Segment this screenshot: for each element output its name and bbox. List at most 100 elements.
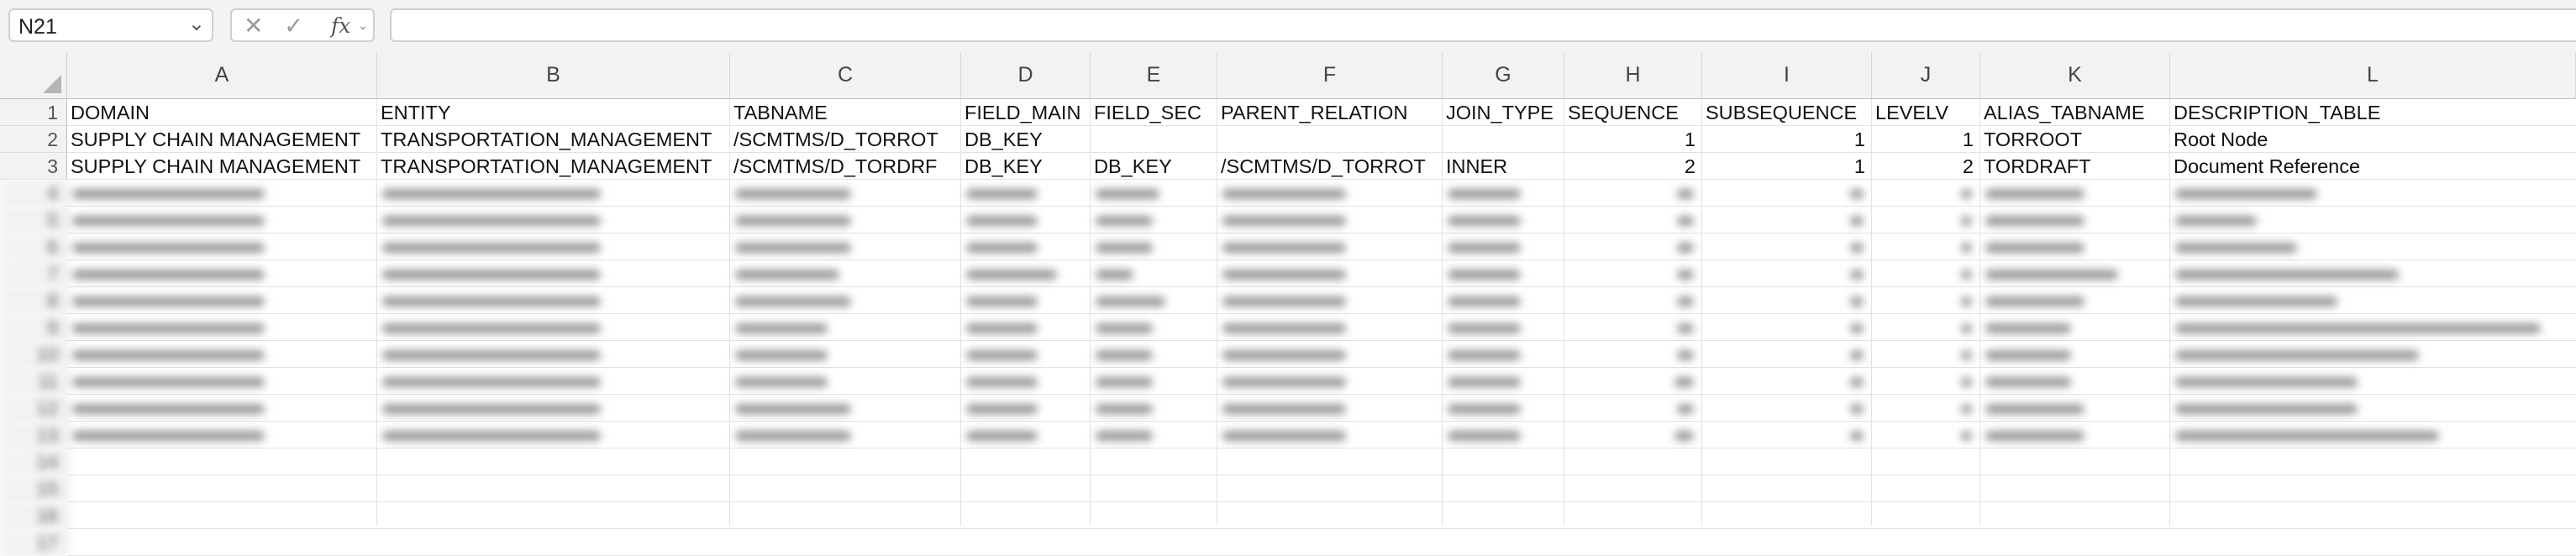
blurred-cell bbox=[1677, 243, 1694, 253]
cell-k3[interactable]: TORDRAFT bbox=[1980, 153, 2170, 180]
row-header[interactable]: 1 bbox=[0, 99, 67, 126]
blurred-cell bbox=[2175, 189, 2318, 199]
cell-a2[interactable]: SUPPLY CHAIN MANAGEMENT bbox=[67, 126, 377, 153]
blurred-cell bbox=[1985, 323, 2071, 333]
blurred-cell bbox=[966, 270, 1057, 280]
cell-j2[interactable]: 1 bbox=[1872, 126, 1980, 153]
row-header[interactable]: 6 bbox=[0, 233, 67, 260]
blurred-cell bbox=[1096, 350, 1153, 360]
cell-c2[interactable]: /SCMTMS/D_TORROT bbox=[730, 126, 961, 153]
cell-e2[interactable] bbox=[1091, 126, 1217, 153]
cell-b2[interactable]: TRANSPORTATION_MANAGEMENT bbox=[377, 126, 730, 153]
row-header[interactable]: 3 bbox=[0, 153, 67, 180]
cell-j3[interactable]: 2 bbox=[1872, 153, 1980, 180]
chevron-down-icon[interactable]: ⌄ bbox=[188, 12, 205, 36]
cell-b1[interactable]: ENTITY bbox=[377, 99, 730, 126]
cell-d2[interactable]: DB_KEY bbox=[961, 126, 1091, 153]
blurred-cell bbox=[1985, 404, 2084, 414]
blurred-cell bbox=[382, 350, 602, 360]
cell-a1[interactable]: DOMAIN bbox=[67, 99, 377, 126]
row-header[interactable]: 13 bbox=[0, 422, 67, 448]
column-header-i[interactable]: I bbox=[1702, 52, 1872, 99]
cell-a3[interactable]: SUPPLY CHAIN MANAGEMENT bbox=[67, 153, 377, 180]
blurred-cell bbox=[2175, 377, 2358, 387]
blurred-cell bbox=[1849, 431, 1864, 441]
cell-l1[interactable]: DESCRIPTION_TABLE bbox=[2170, 99, 2576, 126]
row-header[interactable]: 11 bbox=[0, 368, 67, 395]
cell-c1[interactable]: TABNAME bbox=[730, 99, 961, 126]
check-icon[interactable]: ✓ bbox=[284, 12, 303, 39]
column-header-h[interactable]: H bbox=[1564, 52, 1702, 99]
blurred-cell bbox=[1849, 243, 1864, 253]
column-header-a[interactable]: A bbox=[67, 52, 377, 99]
column-header-k[interactable]: K bbox=[1980, 52, 2170, 99]
cell-j1[interactable]: LEVELV bbox=[1872, 99, 1980, 126]
column-header-d[interactable]: D bbox=[961, 52, 1091, 99]
row-header[interactable]: 8 bbox=[0, 287, 67, 314]
blurred-cell bbox=[1448, 296, 1521, 307]
blurred-cell bbox=[1677, 296, 1694, 307]
cell-d1[interactable]: FIELD_MAIN bbox=[961, 99, 1091, 126]
chevron-down-icon[interactable]: ⌄ bbox=[358, 18, 368, 33]
cell-f3[interactable]: /SCMTMS/D_TORROT bbox=[1217, 153, 1443, 180]
cell-h2[interactable]: 1 bbox=[1564, 126, 1702, 153]
cell-i3[interactable]: 1 bbox=[1702, 153, 1872, 180]
cell-e3[interactable]: DB_KEY bbox=[1091, 153, 1217, 180]
blurred-cell bbox=[735, 404, 851, 414]
spreadsheet-grid: A B C D E F G H I J K L 1 2 3 4 5 6 7 8 9 10 11 12 13 14 15 16 17 DOM… bbox=[0, 52, 2576, 556]
blurred-cell bbox=[966, 377, 1038, 387]
blurred-cell bbox=[966, 350, 1038, 360]
column-header-g[interactable]: G bbox=[1443, 52, 1564, 99]
cell-i2[interactable]: 1 bbox=[1702, 126, 1872, 153]
cell-g2[interactable] bbox=[1443, 126, 1564, 153]
column-header-l[interactable]: L bbox=[2170, 52, 2576, 99]
cell-h1[interactable]: SEQUENCE bbox=[1564, 99, 1702, 126]
cell-b3[interactable]: TRANSPORTATION_MANAGEMENT bbox=[377, 153, 730, 180]
column-header-j[interactable]: J bbox=[1872, 52, 1980, 99]
name-box[interactable]: N21 ⌄ bbox=[8, 8, 213, 42]
blurred-cell bbox=[966, 323, 1038, 333]
cell-l3[interactable]: Document Reference bbox=[2170, 153, 2576, 180]
row-header[interactable]: 4 bbox=[0, 180, 67, 207]
gridline bbox=[67, 313, 2576, 314]
cell-e1[interactable]: FIELD_SEC bbox=[1091, 99, 1217, 126]
function-icon[interactable]: fx bbox=[331, 13, 350, 38]
blurred-cell bbox=[1677, 350, 1694, 360]
blurred-cell bbox=[966, 243, 1038, 253]
cell-f2[interactable] bbox=[1217, 126, 1443, 153]
row-header[interactable]: 14 bbox=[0, 448, 67, 475]
row-header[interactable]: 9 bbox=[0, 314, 67, 341]
select-all-icon bbox=[43, 75, 61, 93]
column-header-e[interactable]: E bbox=[1091, 52, 1217, 99]
row-header[interactable]: 10 bbox=[0, 341, 67, 368]
cell-i1[interactable]: SUBSEQUENCE bbox=[1702, 99, 1872, 126]
cell-l2[interactable]: Root Node bbox=[2170, 126, 2576, 153]
cell-g3[interactable]: INNER bbox=[1443, 153, 1564, 180]
cell-f1[interactable]: PARENT_RELATION bbox=[1217, 99, 1443, 126]
row-header[interactable]: 7 bbox=[0, 260, 67, 287]
row-header[interactable]: 16 bbox=[0, 502, 67, 529]
blurred-cell bbox=[382, 377, 602, 387]
cell-k2[interactable]: TORROOT bbox=[1980, 126, 2170, 153]
blurred-cell bbox=[1222, 431, 1347, 441]
cell-c3[interactable]: /SCMTMS/D_TORDRF bbox=[730, 153, 961, 180]
row-header[interactable]: 2 bbox=[0, 126, 67, 153]
cell-h3[interactable]: 2 bbox=[1564, 153, 1702, 180]
column-header-c[interactable]: C bbox=[730, 52, 961, 99]
row-header[interactable]: 17 bbox=[0, 529, 67, 556]
row-header[interactable]: 12 bbox=[0, 395, 67, 422]
blurred-cell bbox=[2175, 431, 2439, 441]
row-header[interactable]: 15 bbox=[0, 475, 67, 502]
column-header-b[interactable]: B bbox=[377, 52, 730, 99]
row-header[interactable]: 5 bbox=[0, 207, 67, 233]
blurred-cell bbox=[72, 404, 265, 414]
blurred-cell bbox=[382, 243, 602, 253]
cell-k1[interactable]: ALIAS_TABNAME bbox=[1980, 99, 2170, 126]
blurred-cell bbox=[1961, 189, 1972, 199]
select-all-button[interactable] bbox=[0, 52, 67, 99]
formula-input[interactable] bbox=[390, 8, 2576, 42]
cell-d3[interactable]: DB_KEY bbox=[961, 153, 1091, 180]
column-header-f[interactable]: F bbox=[1217, 52, 1443, 99]
cell-g1[interactable]: JOIN_TYPE bbox=[1443, 99, 1564, 126]
close-icon[interactable]: ✕ bbox=[244, 12, 263, 39]
